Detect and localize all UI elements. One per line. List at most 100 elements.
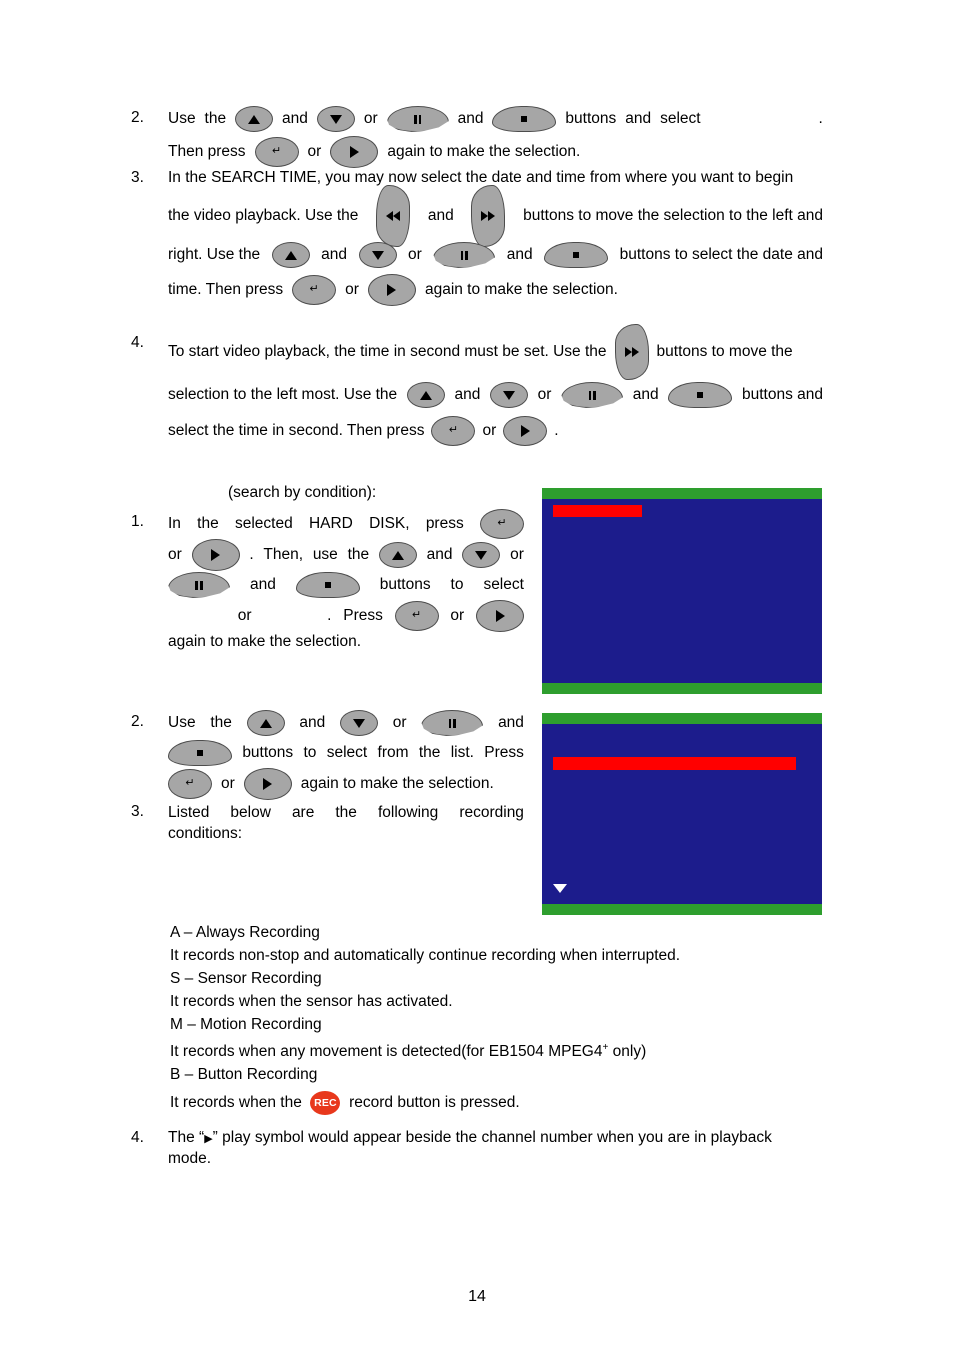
paragraph-line: ↵ or again to make the selection. [168,768,524,800]
list-number-4-top: 4. [131,334,144,351]
text-buttons-and: buttons and [741,386,823,403]
scroll-down-caret-icon [553,884,567,893]
up-button-icon [406,382,445,408]
down-button-icon [316,106,355,132]
text-or: or [482,422,497,439]
text-and: and [249,576,276,593]
paragraph-item-3-top: In the SEARCH TIME, you may now select t… [168,168,823,308]
paragraph-line: Use the and or and [168,708,524,738]
text-time-then-press: time. Then press [168,281,284,298]
condition-motion-title: M – Motion Recording [170,1016,322,1033]
right-button-icon [243,768,292,800]
text-or-2: or [450,607,465,624]
text-press: Press [343,607,383,624]
stop-button-icon [544,242,609,268]
text-use: use [312,546,338,563]
dvr-screen-capture-1 [542,488,822,694]
stop-button-icon [168,740,232,766]
condition-button-title: B – Button Recording [170,1066,318,1084]
screen-highlight-row [553,757,796,770]
text-to: to [450,576,464,593]
text-play-symbol-desc: ” play symbol would appear beside the ch… [212,1129,772,1146]
text-and: and [454,386,481,403]
right-button-icon [476,600,524,632]
text-select: select [483,576,524,593]
list-number-4-bottom: 4. [131,1129,144,1146]
text-period: . [554,422,559,439]
text-again: again to make the selection. [424,281,618,298]
text-and-2: and [632,386,659,403]
text-video-playback: the video playback. Use the [168,207,359,224]
text-select: select [660,110,701,127]
text-period: . [818,110,823,127]
text-the: the [418,744,441,761]
paragraph-line: and buttons to select [168,570,524,600]
paragraph-line: In the selected HARD DISK, press ↵ [168,508,524,540]
stop-button-icon [295,572,360,598]
pause-button-icon [386,106,449,132]
text-selected: selected [234,515,293,532]
text-press: press [425,515,464,532]
enter-button-icon: ↵ [431,416,476,446]
manual-page: 2. Use the and or and buttons and select… [0,0,954,1350]
text-or: or [307,143,322,160]
text-and: and [321,246,348,263]
text-the: the [204,110,227,127]
pause-button-icon [168,572,230,598]
down-button-icon [490,382,529,408]
condition-always-desc: It records non-stop and automatically co… [170,947,681,964]
screen-highlight-row [553,505,642,517]
right-button-icon [503,416,548,446]
condition-sensor-desc: It records when the sensor has activated… [170,993,453,1010]
pause-button-icon [421,710,484,736]
condition-sensor-title: S – Sensor Recording [170,970,322,987]
list-number-2-top: 2. [131,109,144,126]
enter-button-icon: ↵ [479,509,524,539]
paragraph-line: Listed below are the following recording [168,802,524,824]
screen-bottom-bar [542,683,822,694]
text-the-quote: The “ [168,1129,205,1146]
paragraph-line: select the time in second. Then press ↵ … [168,414,823,448]
text-or: or [392,714,407,731]
paragraph-line: buttons to select from the list. Press [168,738,524,768]
paragraph-item-2-top: Use the and or and buttons and select . … [168,104,823,170]
text-or: or [237,607,252,624]
text-press: Press [484,744,524,761]
button-desc-after: record button is pressed. [349,1094,520,1112]
text-and-3: and [625,110,652,127]
text-or: or [168,546,182,563]
text-period: . [249,546,254,563]
text-the: the [197,515,219,532]
text-or: or [363,110,378,127]
condition-button-desc: It records when the REC record button is… [170,1086,850,1120]
paragraph-item-1-mid: In the selected HARD DISK, press ↵ or . … [168,508,524,656]
text-the: the [347,546,370,563]
text-listed: Listed [168,804,210,821]
text-then: Then, [263,546,304,563]
text-in: In [168,515,181,532]
paragraph-line: Use the and or and buttons and select . [168,104,823,134]
down-button-icon [340,710,379,736]
button-desc-before: It records when the [170,1094,302,1112]
enter-button-icon: ↵ [168,769,212,799]
play-symbol-icon: ▶ [204,1133,213,1145]
text-select: select [326,744,368,761]
forward-button-icon [614,324,649,380]
enter-button-icon: ↵ [254,137,299,167]
text-again: again to make the selection. [387,143,581,160]
text-start-playback: To start video playback, the time in sec… [168,343,607,360]
text-select-second: select the time in second. Then press [168,422,425,439]
condition-always-title: A – Always Recording [170,924,320,941]
text-and: and [426,546,453,563]
recording-conditions-list: A – Always Recording It records non-stop… [170,921,850,1120]
pause-button-icon [433,242,496,268]
paragraph-line: time. Then press ↵ or again to make the … [168,272,823,308]
text-and-2: and [498,714,524,731]
forward-button-icon [471,185,506,247]
list-number-3-top: 3. [131,169,144,186]
enter-button-icon: ↵ [292,275,337,305]
down-button-icon [358,242,397,268]
condition-motion-desc: It records when any movement is detected… [170,1036,850,1063]
text-and: and [299,714,326,731]
rec-button-icon: REC [310,1091,341,1116]
